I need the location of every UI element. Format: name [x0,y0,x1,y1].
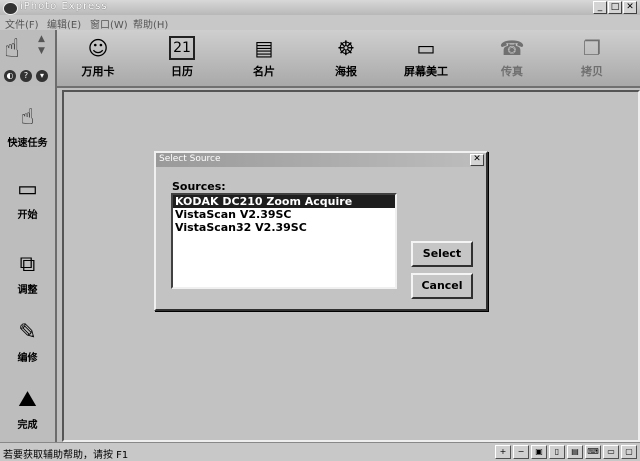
toolbar-label: 传真 [501,65,523,78]
menu-window[interactable]: 窗口(W) [90,16,128,31]
sidebar-item-label: 调整 [17,285,38,296]
dialog-close-button[interactable]: ✕ [470,154,484,166]
adjust-icon: ⧉ [19,252,36,277]
sidebar-item-label: 编修 [17,353,38,364]
quick-hand-panel: ☝ ▲ ▼ ◐ ? ▾ [0,30,57,86]
sidebar-item-label: 快速任务 [7,138,48,149]
task-sidebar: ☝ 快速任务 ▭ 开始 ⧉ 调整 ✎ 编修 ⛰ 完成 [0,86,57,442]
toolbar-label: 日历 [171,65,193,78]
source-item[interactable]: KODAK DC210 Zoom Acquire [173,195,395,208]
select-button[interactable]: Select [411,241,473,267]
keyboard-icon[interactable]: ⌨ [585,445,601,459]
toolbar-copy[interactable]: ❐ 拷贝 [552,32,632,84]
sources-label: Sources: [172,180,226,193]
business-card-icon: ▤ [254,36,274,60]
poster-icon: ☸ [337,36,355,60]
toolbar-label: 名片 [253,65,275,78]
window-icon[interactable]: ▢ [621,445,637,459]
source-item[interactable]: VistaScan V2.39SC [173,208,395,221]
window-controls: _ □ ✕ [593,1,637,14]
dropdown-round-icon[interactable]: ▾ [36,70,48,82]
dialog-title-bar: Select Source ✕ [156,153,486,167]
status-help-text: 若要获取辅助帮助，请按 F1 [3,450,129,461]
hand-pointer-icon: ☝ [4,34,20,64]
page-icon[interactable]: ▯ [549,445,565,459]
sources-listbox[interactable]: KODAK DC210 Zoom Acquire VistaScan V2.39… [171,193,397,289]
menu-file[interactable]: 文件(F) [5,16,39,31]
start-icon: ▭ [17,177,38,202]
title-bar: iPhoto Express _ □ ✕ [0,0,640,16]
sidebar-item-edit[interactable]: ✎ 编修 [0,309,55,379]
help-round-icon[interactable]: ? [20,70,32,82]
toolbar-label: 万用卡 [81,65,115,78]
cancel-button[interactable]: Cancel [411,273,473,299]
back-round-icon[interactable]: ◐ [4,70,16,82]
status-controls: + − ▣ ▯ ▤ ⌨ ▭ ▢ [495,445,637,459]
screen-icon[interactable]: ▭ [603,445,619,459]
toolbar-screen-art[interactable]: ▭ 屏幕美工 [386,32,466,84]
dialog-title: Select Source [159,154,221,164]
fit-icon[interactable]: ▣ [531,445,547,459]
maximize-button[interactable]: □ [608,1,622,14]
menu-help[interactable]: 帮助(H) [133,16,168,31]
toolbar-fax[interactable]: ☎ 传真 [472,32,552,84]
fax-icon: ☎ [499,36,525,60]
toolbar-label: 屏幕美工 [404,65,448,78]
app-logo-icon [3,2,18,15]
toolbar-calendar[interactable]: 21 日历 [142,32,222,84]
finish-icon: ⛰ [18,387,37,412]
zoom-in-icon[interactable]: + [495,445,511,459]
edit-brush-icon: ✎ [18,320,37,345]
sidebar-item-start[interactable]: ▭ 开始 [0,166,55,236]
status-bar: 若要获取辅助帮助，请按 F1 + − ▣ ▯ ▤ ⌨ ▭ ▢ [0,442,640,461]
source-item[interactable]: VistaScan32 V2.39SC [173,221,395,234]
smiley-card-icon: ☺ [87,36,109,60]
select-source-dialog: Select Source ✕ Sources: KODAK DC210 Zoo… [154,151,488,311]
menu-edit[interactable]: 编辑(E) [47,16,81,31]
toolbar-poster[interactable]: ☸ 海报 [306,32,386,84]
arrow-up-icon[interactable]: ▲ [38,34,45,44]
monitor-icon: ▭ [416,36,436,60]
close-button[interactable]: ✕ [623,1,637,14]
menu-bar: 文件(F) 编辑(E) 窗口(W) 帮助(H) [0,15,640,31]
toolbar-label: 海报 [335,65,357,78]
copy-icon: ❐ [583,36,601,60]
sidebar-item-label: 开始 [17,210,38,221]
project-toolbar: ☝ ▲ ▼ ◐ ? ▾ ☺ 万用卡 21 日历 ▤ 名片 ☸ 海报 ▭ 屏幕美工… [0,30,640,88]
toolbar-business-card[interactable]: ▤ 名片 [224,32,304,84]
sidebar-item-label: 完成 [17,420,38,431]
toolbar-greeting-card[interactable]: ☺ 万用卡 [58,32,138,84]
hand-pointer-icon: ☝ [20,105,35,130]
arrow-down-icon[interactable]: ▼ [38,46,45,56]
toolbar-label: 拷贝 [581,65,603,78]
zoom-out-icon[interactable]: − [513,445,529,459]
sidebar-item-quick-task[interactable]: ☝ 快速任务 [0,94,55,164]
calendar-icon: 21 [169,36,195,60]
sidebar-item-finish[interactable]: ⛰ 完成 [0,376,55,446]
window-title: iPhoto Express [20,1,108,12]
sidebar-item-adjust[interactable]: ⧉ 调整 [0,241,55,311]
view-icon[interactable]: ▤ [567,445,583,459]
minimize-button[interactable]: _ [593,1,607,14]
